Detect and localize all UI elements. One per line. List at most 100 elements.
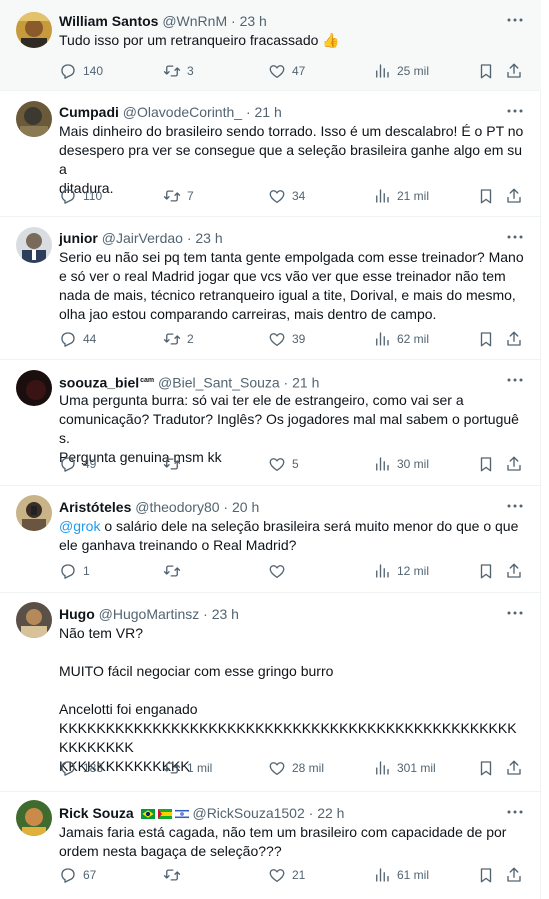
views-button[interactable]: 21 mil [373, 186, 429, 206]
tweet[interactable]: Aristóteles @theodory80 · 20 h @grok o s… [0, 486, 541, 593]
tweet[interactable]: William Santos @WnRnM · 23 h Tudo isso p… [0, 0, 541, 91]
reply-button[interactable]: 67 [59, 865, 96, 885]
handle[interactable]: @WnRnM [162, 13, 227, 29]
views-button[interactable]: 30 mil [373, 454, 429, 474]
display-name[interactable]: Cumpadi [59, 104, 119, 120]
more-icon[interactable] [505, 603, 525, 623]
tweet[interactable]: soouza_bielcam @Biel_Sant_Souza · 21 h U… [0, 360, 541, 486]
bookmark-button[interactable] [477, 454, 495, 474]
more-icon[interactable] [505, 101, 525, 121]
share-button[interactable] [505, 329, 523, 349]
reply-button[interactable]: 140 [59, 61, 103, 81]
timestamp[interactable]: 23 h [212, 606, 239, 622]
like-button[interactable]: 39 [268, 329, 305, 349]
handle[interactable]: @RickSouza1502 [192, 805, 304, 821]
reply-button[interactable]: 1 [59, 561, 90, 581]
like-icon [269, 190, 285, 204]
bookmark-button[interactable] [477, 561, 495, 581]
reply-button[interactable]: 49 [59, 454, 96, 474]
bookmark-button[interactable] [477, 61, 495, 81]
more-icon[interactable] [505, 10, 525, 30]
separator-dot: · [219, 499, 232, 515]
avatar[interactable] [16, 370, 52, 406]
more-icon[interactable] [505, 370, 525, 390]
bookmark-button[interactable] [477, 329, 495, 349]
reply-count: 110 [83, 189, 103, 203]
bookmark-button[interactable] [477, 758, 495, 778]
mention-link[interactable]: @grok [59, 518, 100, 534]
display-name[interactable]: William Santos [59, 13, 158, 29]
bookmark-button[interactable] [477, 865, 495, 885]
retweet-button[interactable]: 2 [163, 329, 194, 349]
share-button[interactable] [505, 454, 523, 474]
more-icon[interactable] [505, 802, 525, 822]
timestamp[interactable]: 22 h [317, 805, 344, 821]
reply-count: 67 [83, 868, 97, 882]
handle[interactable]: @Biel_Sant_Souza [158, 375, 280, 391]
display-name[interactable]: Hugo [59, 606, 95, 622]
handle[interactable]: @theodory80 [135, 499, 219, 515]
retweet-button[interactable]: 1 mil [163, 758, 212, 778]
views-button[interactable]: 301 mil [373, 758, 436, 778]
views-button[interactable]: 61 mil [373, 865, 429, 885]
display-name[interactable]: soouza_biel [59, 375, 139, 391]
timestamp[interactable]: 21 h [255, 104, 282, 120]
handle[interactable]: @HugoMartinsz [99, 606, 200, 622]
separator-dot: · [199, 606, 212, 622]
tweet[interactable]: Rick Souza @RickSouza1502 · 22 h Jamais … [0, 792, 541, 899]
views-button[interactable]: 62 mil [373, 329, 429, 349]
views-button[interactable]: 25 mil [373, 61, 429, 81]
retweet-icon [163, 65, 181, 77]
timestamp[interactable]: 23 h [240, 13, 267, 29]
share-button[interactable] [505, 186, 523, 206]
tweet[interactable]: Hugo @HugoMartinsz · 23 h Não tem VR? MU… [0, 593, 541, 792]
share-button[interactable] [505, 758, 523, 778]
reply-button[interactable]: 110 [59, 186, 102, 206]
like-button[interactable]: 28 mil [268, 758, 324, 778]
avatar[interactable] [16, 800, 52, 836]
share-button[interactable] [505, 561, 523, 581]
avatar[interactable] [16, 602, 52, 638]
like-button[interactable] [268, 561, 292, 581]
retweet-count: 2 [187, 332, 194, 346]
avatar[interactable] [16, 12, 52, 48]
retweet-button[interactable] [163, 454, 187, 474]
timestamp[interactable]: 21 h [292, 375, 319, 391]
retweet-icon [163, 565, 181, 577]
retweet-button[interactable]: 7 [163, 186, 194, 206]
display-name[interactable]: Aristóteles [59, 499, 131, 515]
views-icon [376, 761, 389, 775]
avatar[interactable] [16, 495, 52, 531]
tweet-text: Tudo isso por um retranqueiro fracassado… [59, 32, 340, 48]
like-button[interactable]: 47 [268, 61, 305, 81]
retweet-button[interactable] [163, 561, 187, 581]
like-button[interactable]: 21 [268, 865, 305, 885]
display-name[interactable]: junior [59, 230, 98, 246]
more-icon[interactable] [505, 227, 525, 247]
share-icon [507, 867, 521, 882]
views-button[interactable]: 12 mil [373, 561, 429, 581]
tweet[interactable]: Cumpadi @OlavodeCorinth_ · 21 h Mais din… [0, 91, 541, 217]
like-button[interactable]: 34 [268, 186, 305, 206]
retweet-button[interactable] [163, 865, 187, 885]
display-name[interactable]: Rick Souza [59, 805, 134, 821]
avatar[interactable] [16, 227, 52, 263]
timestamp[interactable]: 23 h [195, 230, 222, 246]
tweet[interactable]: junior @JairVerdao · 23 h Serio eu não s… [0, 217, 541, 360]
share-button[interactable] [505, 865, 523, 885]
views-count: 25 mil [397, 64, 430, 78]
share-button[interactable] [505, 61, 523, 81]
views-count: 301 mil [397, 761, 436, 775]
reply-button[interactable]: 44 [59, 329, 96, 349]
handle[interactable]: @OlavodeCorinth_ [123, 104, 242, 120]
reply-button[interactable]: 183 [59, 758, 103, 778]
more-icon[interactable] [505, 496, 525, 516]
bookmark-button[interactable] [477, 186, 495, 206]
avatar[interactable] [16, 101, 52, 137]
handle[interactable]: @JairVerdao [102, 230, 183, 246]
retweet-button[interactable]: 3 [163, 61, 194, 81]
like-count: 39 [292, 332, 306, 346]
flag-israel-icon [174, 809, 189, 819]
timestamp[interactable]: 20 h [232, 499, 259, 515]
like-button[interactable]: 5 [268, 454, 299, 474]
